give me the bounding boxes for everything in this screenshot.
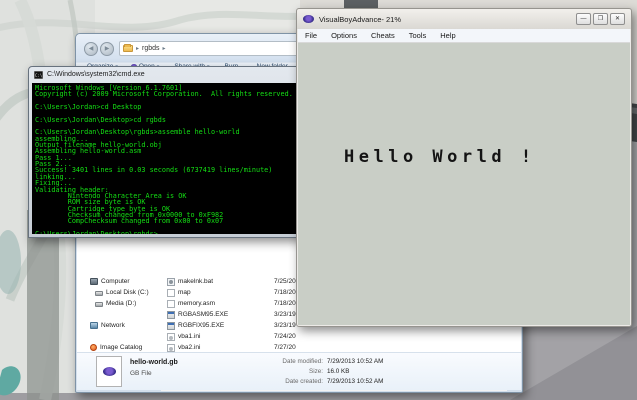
vba-app-icon	[303, 15, 314, 23]
breadcrumb-folder[interactable]: rgbds	[142, 45, 160, 52]
sidebar-item-label: Local Disk (C:)	[106, 289, 149, 296]
sidebar-item-label: Image Catalog	[100, 344, 143, 351]
sidebar-item[interactable]: Media (D:)	[90, 298, 160, 309]
vba-menubar: File Options Cheats Tools Help	[298, 29, 630, 43]
file-icon	[167, 332, 175, 341]
folder-icon	[123, 44, 133, 52]
menu-item[interactable]: File	[298, 31, 324, 40]
file-icon	[167, 321, 175, 330]
menu-item[interactable]: Cheats	[364, 31, 402, 40]
sidebar-item-icon	[95, 290, 103, 296]
menu-item[interactable]: Options	[324, 31, 364, 40]
file-date-modified: 7/24/20	[274, 333, 296, 340]
caption-button[interactable]: —	[576, 13, 591, 25]
breadcrumb-separator-icon: ▸	[162, 46, 166, 52]
selected-file-name: hello-world.gb	[130, 359, 178, 366]
sidebar-item-icon	[95, 301, 103, 307]
back-button[interactable]: ◀	[84, 42, 98, 56]
file-icon	[167, 299, 175, 308]
caption-button[interactable]: ✕	[610, 13, 625, 25]
breadcrumb-separator-icon: ▸	[136, 46, 140, 52]
selected-file-metadata: Date modified: 7/29/2013 10:52 AM Size: …	[227, 357, 383, 387]
cmd-terminal-output[interactable]: Microsoft Windows [Version 6.1.7601] Cop…	[32, 83, 307, 234]
size-label: Size:	[309, 368, 323, 375]
file-icon	[167, 288, 175, 297]
vba-window: VisualBoyAdvance- 21% — ❐ ✕ File Options…	[296, 8, 632, 327]
file-size	[429, 333, 463, 340]
forward-button[interactable]: ▶	[100, 42, 114, 56]
file-name: map	[178, 289, 191, 296]
explorer-sidebar: Computer Local Disk (C:) Media (D:) Netw…	[90, 276, 160, 353]
file-name: RGBFIX95.EXE	[178, 322, 225, 329]
gameboy-screen-text: Hello World !	[344, 147, 536, 167]
gameboy-screen: Hello World !	[298, 43, 630, 325]
file-name: makelnk.bat	[178, 278, 214, 285]
sidebar-item-icon	[90, 278, 98, 285]
cmd-output-line: C:\Users\Jordan\Desktop\rgbds>	[35, 229, 158, 234]
menu-item[interactable]: Help	[433, 31, 462, 40]
date-modified-value: 7/29/2013 10:52 AM	[327, 358, 384, 365]
file-name: memory.asm	[178, 300, 216, 307]
sidebar-item-icon	[90, 322, 98, 329]
cmd-icon: C:\	[34, 70, 43, 79]
details-pane: hello-world.gb GB File Date modified: 7/…	[77, 352, 521, 390]
file-icon	[167, 343, 175, 352]
sidebar-item-label: Media (D:)	[106, 300, 137, 307]
date-modified-label: Date modified:	[282, 358, 323, 365]
sidebar-item[interactable]: Computer	[90, 276, 160, 287]
date-created-value: 7/29/2013 10:52 AM	[327, 378, 384, 385]
file-name: vba2.ini	[178, 344, 201, 351]
date-created-label: Date created:	[285, 378, 323, 385]
cmd-window: C:\ C:\Windows\system32\cmd.exe Microsof…	[28, 66, 311, 238]
file-icon	[167, 310, 175, 319]
file-name: RGBASM95.EXE	[178, 311, 229, 318]
selected-file-icon	[96, 356, 122, 387]
vba-window-title: VisualBoyAdvance- 21%	[319, 14, 401, 24]
file-name: vba1.ini	[178, 333, 201, 340]
file-size	[429, 344, 463, 351]
sidebar-item-label: Computer	[101, 278, 130, 285]
sidebar-item-icon	[90, 344, 97, 351]
file-type	[354, 344, 417, 351]
size-value: 16.0 KB	[327, 368, 350, 375]
sidebar-item-label: Network	[101, 322, 125, 329]
sidebar-item[interactable]: Network	[90, 320, 160, 331]
selected-file-type: GB File	[130, 370, 152, 377]
menu-item[interactable]: Tools	[402, 31, 434, 40]
file-type	[354, 333, 417, 340]
file-icon	[167, 277, 175, 286]
caption-button[interactable]: ❐	[593, 13, 608, 25]
vba-caption-buttons: — ❐ ✕	[576, 13, 625, 25]
sidebar-item[interactable]: Local Disk (C:)	[90, 287, 160, 298]
file-date-modified: 7/27/20	[274, 344, 296, 351]
cmd-output-line: Copyright (c) 2009 Microsoft Corporation…	[35, 90, 293, 99]
file-row[interactable]: vba1.ini 7/24/20	[161, 331, 508, 342]
desktop: ◀ ▶ ▸ rgbds ▸ Organize ▾ Open	[0, 0, 637, 400]
cmd-titlebar[interactable]: C:\ C:\Windows\system32\cmd.exe	[29, 67, 310, 82]
cmd-window-title: C:\Windows\system32\cmd.exe	[47, 71, 145, 78]
